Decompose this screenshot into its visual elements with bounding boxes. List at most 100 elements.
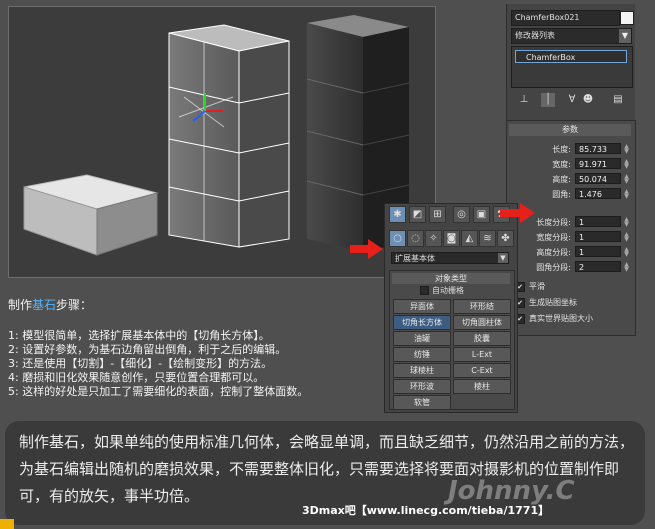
cameras-icon[interactable]: ◙ [443, 230, 460, 247]
rollout-title[interactable]: 参数 [509, 124, 631, 136]
param-label: 高度: [552, 175, 571, 184]
modifier-list-label: 修改器列表 [515, 31, 555, 40]
object-name-field[interactable]: ChamferBox021 [511, 10, 620, 26]
viewport-render [23, 15, 410, 256]
param-label: 宽度: [552, 160, 571, 169]
geometry-icon[interactable]: ○ [389, 230, 406, 247]
object-button[interactable]: 球棱柱 [393, 363, 451, 378]
step-item: 3: 还是使用【切割】-【细化】-【绘制变形】的方法。 [8, 357, 273, 370]
steps-section: 制作基石步骤： 1: 模型很简单，选择扩展基本体中的【切角长方体】。 2: 设置… [8, 296, 388, 399]
param-label: 圆角: [552, 190, 571, 199]
param-value[interactable]: 1 [575, 231, 621, 242]
object-button[interactable]: 切角圆柱体 [453, 315, 511, 330]
motion-tab-icon[interactable]: ◎ [453, 206, 470, 223]
param-height-segs: 高度分段: 1 ▲ ▼ [513, 246, 631, 259]
lights-icon[interactable]: ✧ [425, 230, 442, 247]
param-label: 高度分段: [536, 248, 571, 257]
hierarchy-tab-icon[interactable]: ⊞ [429, 206, 446, 223]
steps-title-post: 步骤： [56, 298, 93, 312]
step-item: 1: 模型很简单，选择扩展基本体中的【切角长方体】。 [8, 329, 270, 342]
object-button[interactable]: 油罐 [393, 331, 451, 346]
real-world-map-checkbox[interactable]: ✔ 真实世界贴图大小 [515, 313, 633, 325]
param-value[interactable]: 50.074 [575, 173, 621, 184]
create-panel: ✱ ◩ ⊞ ◎ ▣ ⚒ ○ ◌ ✧ ◙ ◭ ≋ ✤ 扩展基本体 ▼ 对象类型 自… [384, 203, 518, 413]
shapes-icon[interactable]: ◌ [407, 230, 424, 247]
arrow-to-geometry-icon [350, 239, 383, 259]
spinner-icon[interactable]: ▲ ▼ [623, 262, 630, 273]
site-credit: 3Dmax吧【www.linecg.com/tieba/1771】 [302, 504, 550, 517]
spinner-icon[interactable]: ▲ ▼ [623, 159, 630, 170]
param-value[interactable]: 91.971 [575, 158, 621, 169]
object-button[interactable]: 胶囊 [453, 331, 511, 346]
object-button[interactable]: 环形结 [453, 299, 511, 314]
check-label: 真实世界贴图大小 [529, 314, 593, 323]
systems-icon[interactable]: ✤ [497, 230, 514, 247]
arrow-to-params-icon [500, 203, 535, 223]
object-button[interactable]: 纺锤 [393, 347, 451, 362]
make-unique-icon[interactable]: ∀ [565, 93, 579, 107]
modify-tab-icon[interactable]: ◩ [409, 206, 426, 223]
helpers-icon[interactable]: ◭ [461, 230, 478, 247]
step-item: 5: 这样的好处是只加工了需要细化的表面，控制了整体面数。 [8, 385, 309, 398]
param-value[interactable]: 85.733 [575, 143, 621, 154]
step-item: 4: 磨损和旧化效果随意创作，只要位置合理都可以。 [8, 371, 265, 384]
display-tab-icon[interactable]: ▣ [473, 206, 490, 223]
check-label: 平滑 [529, 282, 545, 291]
checkbox-icon [420, 286, 429, 295]
smooth-checkbox[interactable]: ✔ 平滑 [515, 281, 633, 293]
param-width: 宽度: 91.971 ▲ ▼ [513, 158, 631, 171]
create-categories: ○ ◌ ✧ ◙ ◭ ≋ ✤ [387, 230, 515, 248]
chevron-down-icon: ▼ [619, 29, 631, 43]
wireframe-pillar [168, 24, 290, 248]
check-label: 生成贴图坐标 [529, 298, 577, 307]
object-type-rollout: 对象类型 自动栅格 异面体 环形结 切角长方体 切角圆柱体 油罐 胶囊 纺锤 L… [389, 270, 515, 410]
chamfer-box-small [23, 174, 159, 256]
spinner-icon[interactable]: ▲ ▼ [623, 189, 630, 200]
modifier-list-dropdown[interactable]: 修改器列表 ▼ [511, 28, 632, 44]
spinner-icon[interactable]: ▲ ▼ [623, 217, 630, 228]
stack-toolbar: ⊥ │ ∀ ☻ ▤ [511, 92, 631, 108]
steps-title-pre: 制作 [8, 298, 33, 312]
chevron-down-icon: ▼ [498, 253, 508, 263]
param-label: 长度分段: [536, 218, 571, 227]
object-button[interactable]: 棱柱 [453, 379, 511, 394]
auto-grid-checkbox[interactable]: 自动栅格 [420, 286, 464, 296]
object-color-swatch[interactable] [620, 11, 634, 25]
auto-grid-label: 自动栅格 [432, 286, 464, 295]
param-label: 长度: [552, 145, 571, 154]
spacewarps-icon[interactable]: ≋ [479, 230, 496, 247]
param-value[interactable]: 2 [575, 261, 621, 272]
object-button-chamfer-box[interactable]: 切角长方体 [393, 315, 451, 330]
gen-mapping-checkbox[interactable]: ✔ 生成贴图坐标 [515, 297, 633, 309]
spinner-icon[interactable]: ▲ ▼ [623, 247, 630, 258]
object-button[interactable]: 环形波 [393, 379, 451, 394]
param-label: 宽度分段: [536, 233, 571, 242]
param-value[interactable]: 1 [575, 246, 621, 257]
spinner-icon[interactable]: ▲ ▼ [623, 232, 630, 243]
parameters-rollout: 参数 长度: 85.733 ▲ ▼ 宽度: 91.971 ▲ ▼ 高度: 50.07… [506, 120, 636, 336]
param-length: 长度: 85.733 ▲ ▼ [513, 143, 631, 156]
object-button[interactable]: 异面体 [393, 299, 451, 314]
object-button[interactable]: C-Ext [453, 363, 511, 378]
param-value[interactable]: 1.476 [575, 188, 621, 199]
stack-item-chamferbox[interactable]: ChamferBox [515, 50, 627, 63]
pin-stack-icon[interactable]: ⊥ [517, 93, 531, 107]
step-item: 2: 设置好参数，为基石边角留出倒角，利于之后的编辑。 [8, 343, 287, 356]
object-type-title[interactable]: 对象类型 [392, 273, 510, 284]
configure-sets-icon[interactable]: ▤ [611, 93, 625, 107]
object-button[interactable]: L-Ext [453, 347, 511, 362]
show-end-result-icon[interactable]: │ [541, 93, 555, 107]
geometry-type-dropdown[interactable]: 扩展基本体 ▼ [391, 252, 509, 264]
steps-title: 制作基石步骤： [8, 296, 388, 313]
spinner-icon[interactable]: ▲ ▼ [623, 144, 630, 155]
modifier-stack: ChamferBox [511, 46, 633, 88]
param-height: 高度: 50.074 ▲ ▼ [513, 173, 631, 186]
create-tab-icon[interactable]: ✱ [389, 206, 406, 223]
steps-title-highlight: 基石 [32, 298, 57, 312]
param-fillet-segs: 圆角分段: 2 ▲ ▼ [513, 261, 631, 274]
footer-accent [0, 519, 14, 529]
object-button[interactable]: 软管 [393, 395, 451, 410]
param-value[interactable]: 1 [575, 216, 621, 227]
remove-modifier-icon[interactable]: ☻ [581, 93, 595, 107]
spinner-icon[interactable]: ▲ ▼ [623, 174, 630, 185]
